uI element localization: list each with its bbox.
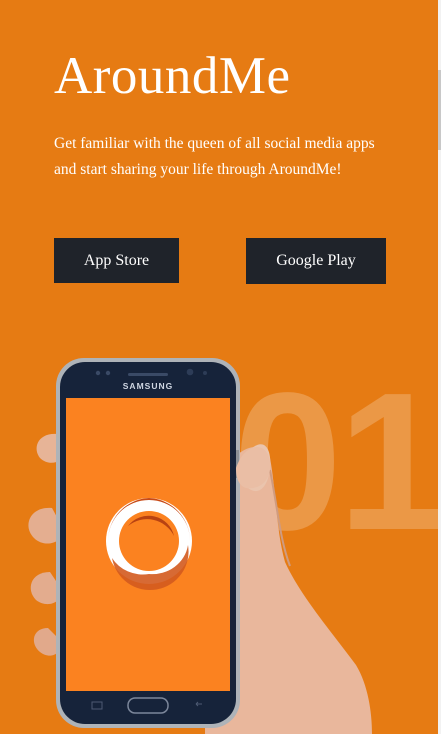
- phone-brand-label: SAMSUNG: [123, 381, 173, 391]
- landing-page: AroundMe Get familiar with the queen of …: [0, 0, 441, 734]
- app-store-button[interactable]: App Store: [54, 238, 179, 283]
- page-title: AroundMe: [54, 47, 291, 105]
- google-play-button[interactable]: Google Play: [246, 238, 386, 284]
- phone-in-hand-illustration: SAMSUNG: [28, 358, 372, 734]
- hero-tagline: Get familiar with the queen of all socia…: [54, 135, 375, 178]
